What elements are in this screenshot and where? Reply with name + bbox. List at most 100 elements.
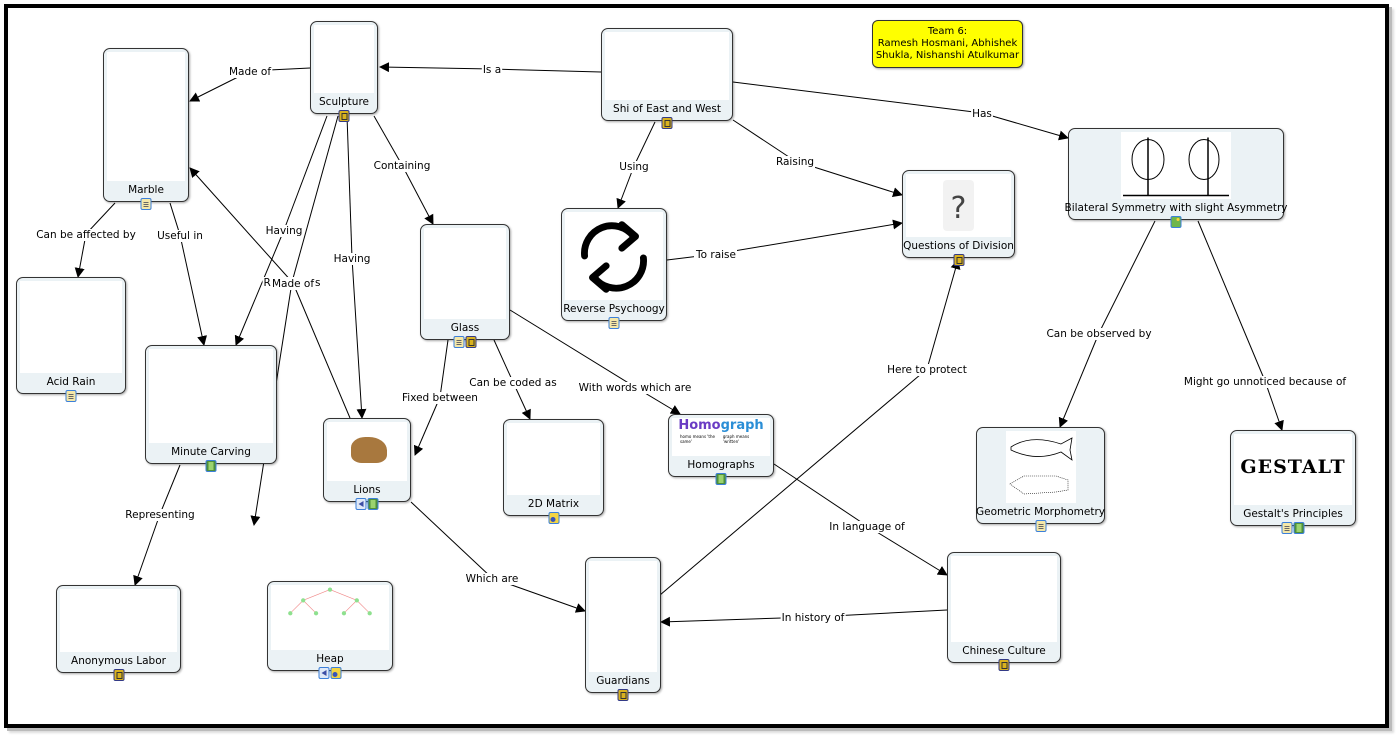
node-acid-rain[interactable]: Acid Rain <box>16 277 126 402</box>
node-geometric-morphometry[interactable]: Geometric Morphometry <box>976 427 1105 532</box>
link-line[interactable] <box>732 119 796 162</box>
link-arrow[interactable] <box>179 234 207 346</box>
sculpture-image <box>314 25 374 93</box>
link-label[interactable]: In language of <box>829 521 905 533</box>
node-title: Lions <box>353 484 381 496</box>
document-icon[interactable] <box>608 317 620 329</box>
node-2d-matrix[interactable]: 2D Matrix <box>503 419 604 524</box>
link-arrow[interactable] <box>926 259 961 370</box>
video-icon[interactable] <box>205 460 217 472</box>
link-line[interactable] <box>439 339 449 398</box>
cmap-doc-icon[interactable] <box>140 198 152 210</box>
link-label[interactable]: With words which are <box>579 382 692 394</box>
node-glass[interactable]: Glass <box>420 224 510 348</box>
link-label[interactable]: Made of <box>229 66 271 78</box>
video-icon[interactable] <box>367 498 379 510</box>
link-label[interactable]: Representing <box>125 509 194 521</box>
cmap-icon[interactable] <box>998 659 1010 671</box>
link-label[interactable]: Using <box>619 161 648 173</box>
link-line[interactable] <box>373 115 403 166</box>
node-bilateral-symmetry[interactable]: Bilateral Symmetry with slight Asymmetry <box>1065 128 1287 228</box>
node-homographs[interactable]: Homograph homo means 'the same' graph me… <box>668 414 774 485</box>
node-anonymous-labor[interactable]: Anonymous Labor <box>56 585 181 681</box>
link-label[interactable]: Can be observed by <box>1046 328 1151 340</box>
document-icon[interactable] <box>1035 520 1046 532</box>
link-line[interactable] <box>410 501 493 579</box>
link-arrow[interactable] <box>715 219 903 255</box>
node-marble[interactable]: Marble <box>103 48 189 210</box>
image-icon[interactable] <box>1170 216 1182 228</box>
link-label[interactable]: Having <box>266 225 303 237</box>
link-arrow[interactable] <box>413 396 441 456</box>
node-sculpture[interactable]: Sculpture <box>310 21 378 122</box>
cmap-icon[interactable] <box>465 336 477 348</box>
link-label[interactable]: Made of <box>272 278 314 290</box>
link-line[interactable] <box>633 121 656 167</box>
link-arrow[interactable] <box>981 112 1069 141</box>
link-label[interactable]: In history of <box>782 612 845 624</box>
document-icon[interactable] <box>453 336 465 348</box>
cmap-icon[interactable] <box>113 669 124 681</box>
link-line[interactable] <box>1098 220 1156 334</box>
link-label[interactable]: To raise <box>695 249 736 261</box>
link-line[interactable] <box>292 282 351 419</box>
link-arrow[interactable] <box>379 62 493 73</box>
resource-group-icon[interactable] <box>330 667 342 679</box>
node-lions[interactable]: Lions <box>323 418 411 510</box>
link-line[interactable] <box>491 68 602 73</box>
cmap-doc-icon[interactable] <box>1281 522 1293 534</box>
audio-icon[interactable] <box>318 667 330 679</box>
link-label[interactable]: Here to protect <box>887 364 967 376</box>
node-chinese-culture[interactable]: Chinese Culture <box>947 552 1061 671</box>
link-label[interactable]: Having <box>334 253 371 265</box>
node-heap[interactable]: Heap <box>267 581 393 679</box>
link-arrow[interactable] <box>401 164 434 225</box>
node-guardians[interactable]: Guardians <box>585 557 661 701</box>
node-title: Minute Carving <box>171 446 251 458</box>
node-questions-of-division[interactable]: ? Questions of Division <box>902 170 1015 266</box>
node-shi-of-east-and-west[interactable]: Shi of East and West <box>601 28 733 129</box>
link-line[interactable] <box>159 464 181 515</box>
link-label[interactable]: Fixed between <box>402 392 478 404</box>
node-title: Chinese Culture <box>962 645 1046 657</box>
shi-image <box>605 32 729 100</box>
video-icon[interactable] <box>1293 522 1305 534</box>
link-label[interactable]: Useful in <box>157 230 203 242</box>
link-label[interactable]: Is a <box>483 64 501 76</box>
node-minute-carving[interactable]: Minute Carving <box>145 345 277 472</box>
link-arrow[interactable] <box>133 513 161 586</box>
link-line[interactable] <box>773 463 868 527</box>
link-label[interactable]: Raising <box>776 156 814 168</box>
link-label[interactable]: Which are <box>466 573 519 585</box>
cmap-doc-icon[interactable] <box>65 390 77 402</box>
cmap-icon[interactable] <box>338 110 350 122</box>
link-label[interactable]: Might go unnoticed because of <box>1184 376 1347 388</box>
link-arrow[interactable] <box>1058 332 1100 428</box>
graph-note: graph means 'written' <box>722 434 750 444</box>
link-line[interactable] <box>1197 220 1266 382</box>
cmap-icon[interactable] <box>953 254 964 266</box>
question-mark-icon: ? <box>942 180 975 231</box>
link-line[interactable] <box>283 115 328 231</box>
link-line[interactable] <box>659 368 928 596</box>
reverse-arrows-image <box>565 212 663 300</box>
link-line[interactable] <box>346 115 353 259</box>
node-reverse-psychology[interactable]: Reverse Psychoogy <box>561 208 667 329</box>
resource-group-icon[interactable] <box>548 512 559 524</box>
cmap-icon[interactable] <box>661 117 673 129</box>
video-icon[interactable] <box>715 473 727 485</box>
link-label[interactable]: Has <box>972 108 992 120</box>
link-label[interactable]: Containing <box>374 160 431 172</box>
link-line[interactable] <box>493 339 514 383</box>
audio-icon[interactable] <box>355 498 367 510</box>
link-label[interactable]: Can be affected by <box>36 229 136 241</box>
cmap-icon[interactable] <box>617 689 629 701</box>
link-arrow[interactable] <box>866 525 948 576</box>
link-arrow[interactable] <box>1264 380 1284 431</box>
team-info-box[interactable]: Team 6: Ramesh Hosmani, Abhishek Shukla,… <box>872 20 1023 68</box>
node-gestalt[interactable]: GESTALT Gestalt's Principles <box>1230 430 1356 534</box>
link-line[interactable] <box>732 81 983 114</box>
link-label[interactable]: Can be coded as <box>469 377 556 389</box>
link-line[interactable] <box>291 115 339 283</box>
link-arrow[interactable] <box>351 257 367 419</box>
